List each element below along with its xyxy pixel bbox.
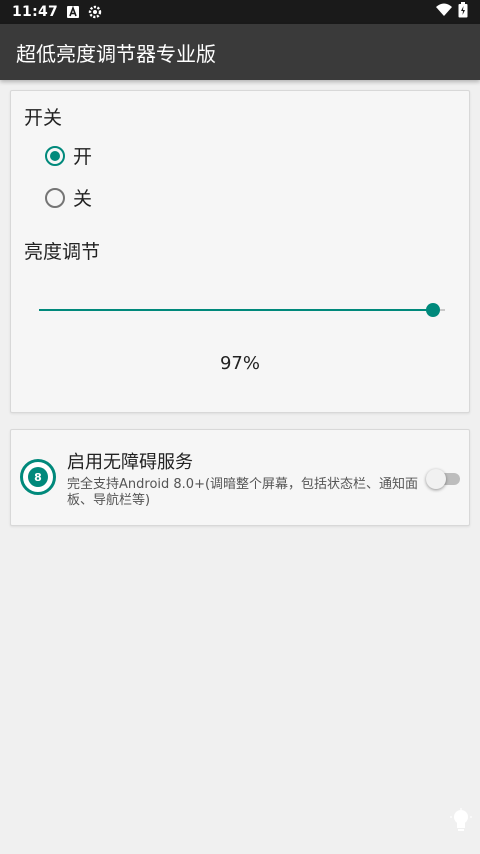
accessibility-toggle[interactable] — [426, 468, 462, 489]
radio-off-label: 关 — [73, 188, 93, 210]
radio-option-off[interactable]: 关 — [45, 184, 92, 211]
settings-gear-icon — [88, 5, 102, 19]
slider-thumb[interactable] — [425, 303, 440, 317]
brightness-section-label: 亮度调节 — [24, 241, 101, 263]
lightbulb-icon[interactable] — [450, 808, 472, 838]
accessibility-description: 完全支持Android 8.0+(调暗整个屏幕，包括状态栏、通知面板、导航栏等) — [67, 477, 419, 508]
accessibility-title: 启用无障碍服务 — [67, 452, 193, 473]
brightness-slider[interactable] — [39, 298, 445, 322]
app-title: 超低亮度调节器专业版 — [16, 41, 216, 66]
radio-off-indicator[interactable] — [45, 187, 65, 208]
toggle-knob[interactable] — [426, 469, 446, 489]
accessibility-app-icon: 8 — [20, 459, 56, 495]
switch-section-label: 开关 — [24, 107, 63, 129]
radio-on-label: 开 — [73, 146, 93, 168]
wifi-icon — [436, 3, 452, 21]
radio-on-indicator[interactable] — [45, 145, 65, 166]
notification-a-icon — [66, 5, 80, 19]
brightness-settings-card: 开关 开 关 亮度调节 97% — [10, 90, 470, 413]
slider-fill — [39, 309, 433, 311]
status-bar: 11:47 — [0, 0, 480, 24]
status-time: 11:47 — [12, 4, 59, 20]
brightness-percent: 97% — [219, 353, 260, 374]
radio-option-on[interactable]: 开 — [45, 142, 92, 169]
battery-icon — [458, 2, 468, 22]
accessibility-service-card[interactable]: 8 启用无障碍服务 完全支持Android 8.0+(调暗整个屏幕，包括状态栏、… — [10, 429, 470, 526]
app-bar: 超低亮度调节器专业版 — [0, 24, 480, 80]
